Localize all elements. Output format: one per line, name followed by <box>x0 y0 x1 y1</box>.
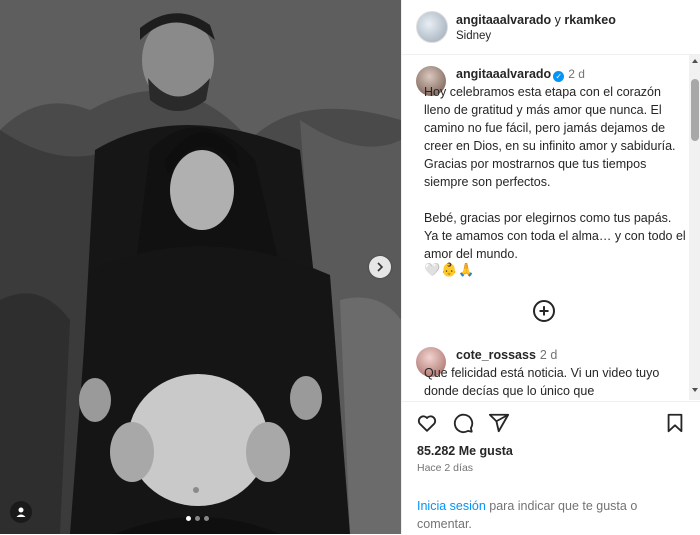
chevron-right-icon <box>377 262 384 272</box>
post-authors: angitaaalvarado y rkamkeo <box>456 13 616 27</box>
scroll-down-arrow-icon[interactable] <box>692 388 698 392</box>
share-button[interactable] <box>488 412 510 434</box>
carousel-dot <box>204 516 209 521</box>
bookmark-icon <box>667 413 683 433</box>
heart-icon <box>417 415 437 432</box>
caption-emojis: 🤍👶🙏 <box>424 262 476 277</box>
post-actions: 85.282 Me gusta Hace 2 días Inicia sesió… <box>402 401 700 535</box>
like-count[interactable]: 85.282 Me gusta <box>417 444 513 458</box>
post-date: Hace 2 días <box>417 462 474 474</box>
post-location[interactable]: Sidney <box>456 30 491 42</box>
like-button[interactable] <box>416 412 438 434</box>
authors-conjunction: y <box>554 13 561 27</box>
photo-image <box>0 0 401 534</box>
load-more-comments-button[interactable]: + <box>533 300 555 322</box>
comment-icon <box>453 413 474 433</box>
caption-time: 2 d <box>568 67 585 81</box>
save-button[interactable] <box>664 412 686 434</box>
comments-scroll-area[interactable]: angitaaalvarado ✓ 2 d Hoy celebramos esta … <box>402 55 700 400</box>
comment-button[interactable] <box>452 412 474 434</box>
comment-text: Que felicidad está noticia. Vi un video … <box>424 366 660 398</box>
plus-circle-icon: + <box>538 301 550 321</box>
carousel-dot <box>186 516 191 521</box>
caption-author: angitaaalvarado ✓ 2 d <box>456 67 585 82</box>
comment-time: 2 d <box>539 348 558 362</box>
carousel-dot <box>195 516 200 521</box>
verified-badge-icon: ✓ <box>553 71 565 82</box>
login-link[interactable]: Inicia sesión <box>417 499 486 513</box>
caption-paragraph: Hoy celebramos esta etapa con el corazón… <box>424 85 676 189</box>
person-tag-icon <box>16 507 26 517</box>
coauthor-username[interactable]: rkamkeo <box>564 13 615 27</box>
comment-username[interactable]: cote_rossass <box>456 348 536 362</box>
login-prompt: Inicia sesión para indicar que te gusta … <box>417 497 677 533</box>
carousel-indicator <box>186 516 209 521</box>
post-details-panel: angitaaalvarado y rkamkeo Sidney angitaa… <box>401 0 700 534</box>
author-avatar[interactable] <box>416 11 448 43</box>
post-photo[interactable] <box>0 0 401 534</box>
author-username[interactable]: angitaaalvarado <box>456 13 551 27</box>
post-header: angitaaalvarado y rkamkeo Sidney <box>402 0 700 55</box>
scrollbar[interactable] <box>689 55 700 400</box>
scrollbar-thumb[interactable] <box>691 79 699 141</box>
send-icon <box>488 413 510 433</box>
instagram-post: angitaaalvarado y rkamkeo Sidney angitaa… <box>0 0 700 534</box>
comment-author: cote_rossass 2 d <box>456 348 557 362</box>
post-caption: Hoy celebramos esta etapa con el corazón… <box>424 83 688 281</box>
tagged-people-button[interactable] <box>10 501 32 523</box>
caption-username[interactable]: angitaaalvarado <box>456 67 551 81</box>
scroll-up-arrow-icon[interactable] <box>692 59 698 63</box>
caption-paragraph: Bebé, gracias por elegirnos como tus pap… <box>424 211 686 261</box>
next-image-button[interactable] <box>369 256 391 278</box>
